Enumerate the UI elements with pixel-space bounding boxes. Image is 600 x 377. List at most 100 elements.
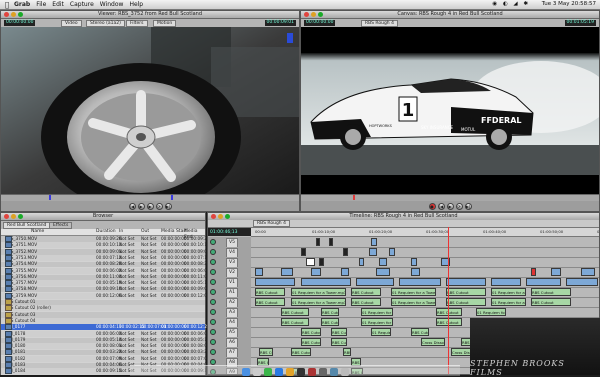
- col-in[interactable]: In: [119, 229, 123, 235]
- col-out[interactable]: Out: [141, 229, 149, 235]
- video-clip[interactable]: [376, 268, 390, 276]
- tab-project[interactable]: Red Bull Scotland: [3, 222, 51, 229]
- track-visibility-toggle[interactable]: [210, 289, 216, 295]
- viewer-scrubber-bar[interactable]: [1, 194, 299, 201]
- audio-clip[interactable]: RBS Cutout: [351, 288, 381, 296]
- viewer-out-marker[interactable]: [171, 195, 173, 200]
- audio-clip[interactable]: 01 Requiem for a Tower.mp3: [491, 288, 526, 296]
- canvas-prev-edit-button[interactable]: |◀: [437, 202, 445, 210]
- tab-video[interactable]: Video: [61, 20, 82, 27]
- audio-clip[interactable]: RBS Cutout: [259, 348, 273, 356]
- video-clip[interactable]: [566, 278, 598, 286]
- video-clip[interactable]: [399, 278, 441, 286]
- canvas-titlebar[interactable]: Canvas: RBS Rough 4 in Red Bull Scotland: [301, 11, 599, 19]
- app-menu[interactable]: Grab: [14, 1, 30, 8]
- viewer-titlebar[interactable]: Viewer: RBS_3752 from Red Bull Scotland: [1, 11, 299, 19]
- audio-clip[interactable]: RBS Cutout: [321, 318, 339, 326]
- menubar-clock[interactable]: Tue 3 May 20:58:57: [542, 1, 596, 7]
- video-clip[interactable]: [255, 268, 263, 276]
- audio-clip[interactable]: Cross Dissolve: [421, 338, 445, 346]
- timeline-playhead[interactable]: [448, 227, 449, 374]
- track-visibility-toggle[interactable]: [210, 239, 216, 245]
- canvas-current-timecode[interactable]: 00:01:05:19: [564, 20, 596, 26]
- audio-clip[interactable]: RBS Cutout: [436, 308, 462, 316]
- audio-clip[interactable]: RBS Cutout: [291, 348, 311, 356]
- timeline-ruler[interactable]: 00:00 01:00:10;00 01:00:20;00 01:00:30;00 01…: [251, 228, 599, 237]
- video-clip[interactable]: [301, 248, 306, 256]
- audio-clip[interactable]: 01 Requiem for a Tower.mp3: [291, 298, 346, 306]
- audio-clip[interactable]: RBS Cutout: [301, 328, 321, 336]
- viewer-play-in-out-button[interactable]: ▶: [137, 202, 145, 210]
- browser-titlebar[interactable]: Browser: [1, 213, 205, 221]
- track-visibility-toggle[interactable]: [210, 349, 216, 355]
- audio-clip[interactable]: RBS Cutout: [343, 348, 351, 356]
- video-clip[interactable]: [343, 248, 348, 256]
- apple-menu-icon[interactable]: : [0, 1, 14, 9]
- audio-clip[interactable]: RBS Cutout: [446, 288, 486, 296]
- tab-filters[interactable]: Filters: [126, 20, 148, 27]
- audio-clip[interactable]: RBS Cutout: [255, 298, 285, 306]
- video-clip[interactable]: [371, 238, 377, 246]
- menu-window[interactable]: Window: [100, 1, 124, 8]
- video-clip[interactable]: [581, 268, 595, 276]
- viewer-playhead-marker[interactable]: [49, 195, 51, 200]
- audio-clip[interactable]: RBS Cutout: [301, 338, 321, 346]
- audio-clip[interactable]: RBS Cutout: [321, 308, 339, 316]
- canvas-next-edit-button[interactable]: ▶|: [464, 202, 472, 210]
- video-clip[interactable]: [311, 268, 321, 276]
- video-clip[interactable]: [491, 278, 521, 286]
- track-visibility-toggle[interactable]: [210, 319, 216, 325]
- menu-file[interactable]: File: [36, 1, 46, 8]
- audio-clip[interactable]: RBS Cutout: [281, 318, 309, 326]
- timeline-current-timecode[interactable]: 01:00:46;13: [208, 230, 237, 235]
- audio-clip[interactable]: RBS Cutout: [255, 288, 285, 296]
- audio-clip[interactable]: RBS Cutout: [436, 318, 462, 326]
- status-icons[interactable]: ◉ ◐ ◢ ✱: [492, 1, 530, 7]
- viewer-play-around-button[interactable]: ⟳: [155, 202, 163, 210]
- canvas-mark-button[interactable]: ●: [428, 202, 436, 210]
- track-visibility-toggle[interactable]: [210, 259, 216, 265]
- video-clip[interactable]: [411, 268, 420, 276]
- video-clip[interactable]: [389, 248, 395, 256]
- track-visibility-toggle[interactable]: [210, 339, 216, 345]
- video-clip[interactable]: [526, 278, 561, 286]
- video-clip[interactable]: [329, 238, 333, 246]
- video-clip[interactable]: [301, 278, 351, 286]
- audio-clip[interactable]: RBS Cutout: [331, 338, 347, 346]
- canvas-video-frame[interactable]: 1 FFDERAL SKY INSURANCE MOTUL HOPTWORKS: [301, 27, 599, 195]
- col-duration[interactable]: Duration: [96, 229, 116, 235]
- track-visibility-toggle[interactable]: [210, 329, 216, 335]
- audio-clip[interactable]: 01 Requiem for a Tower.mp3: [361, 308, 393, 316]
- track-visibility-toggle[interactable]: [210, 269, 216, 275]
- video-clip[interactable]: [411, 258, 417, 266]
- audio-clip[interactable]: RBS Cutout: [446, 298, 486, 306]
- track-visibility-toggle[interactable]: [210, 309, 216, 315]
- video-clip[interactable]: [356, 278, 394, 286]
- tab-motion[interactable]: Motion: [153, 20, 177, 27]
- video-clip[interactable]: [306, 258, 315, 266]
- audio-clip[interactable]: RBS Cutout: [351, 298, 381, 306]
- track-visibility-toggle[interactable]: [210, 279, 216, 285]
- menu-help[interactable]: Help: [129, 1, 143, 8]
- video-clip[interactable]: [446, 278, 486, 286]
- viewer-current-timecode[interactable]: 00:00:09:01: [264, 20, 296, 26]
- video-clip[interactable]: [319, 258, 324, 266]
- viewer-duration-timecode[interactable]: 00:00:00:00: [4, 20, 36, 26]
- audio-clip[interactable]: 01 Requiem for a Tower.mp3: [361, 318, 393, 326]
- video-clip[interactable]: [255, 278, 295, 286]
- tab-sequence[interactable]: RBS Rough 4: [253, 220, 290, 227]
- video-clip[interactable]: [551, 268, 561, 276]
- timeline-current-timecode-box[interactable]: 01:00:46;13: [208, 228, 251, 236]
- video-clip[interactable]: [281, 268, 293, 276]
- audio-clip[interactable]: 01 Requiem for a Tower.mp3: [476, 308, 506, 316]
- tab-stereo[interactable]: Stereo (a1a2): [86, 20, 125, 27]
- menu-capture[interactable]: Capture: [70, 1, 94, 8]
- col-name[interactable]: Name: [31, 229, 44, 235]
- audio-clip[interactable]: RBS Cutout: [281, 308, 309, 316]
- audio-clip[interactable]: RBS Cutout: [411, 328, 429, 336]
- audio-clip[interactable]: RBS Cutout: [531, 298, 571, 306]
- canvas-play-button[interactable]: ▶: [446, 202, 454, 210]
- audio-clip[interactable]: 01 Requiem for a Tower.mp3: [391, 298, 436, 306]
- video-clip[interactable]: [369, 248, 377, 256]
- canvas-duration-timecode[interactable]: 00:00:00:00: [304, 20, 336, 26]
